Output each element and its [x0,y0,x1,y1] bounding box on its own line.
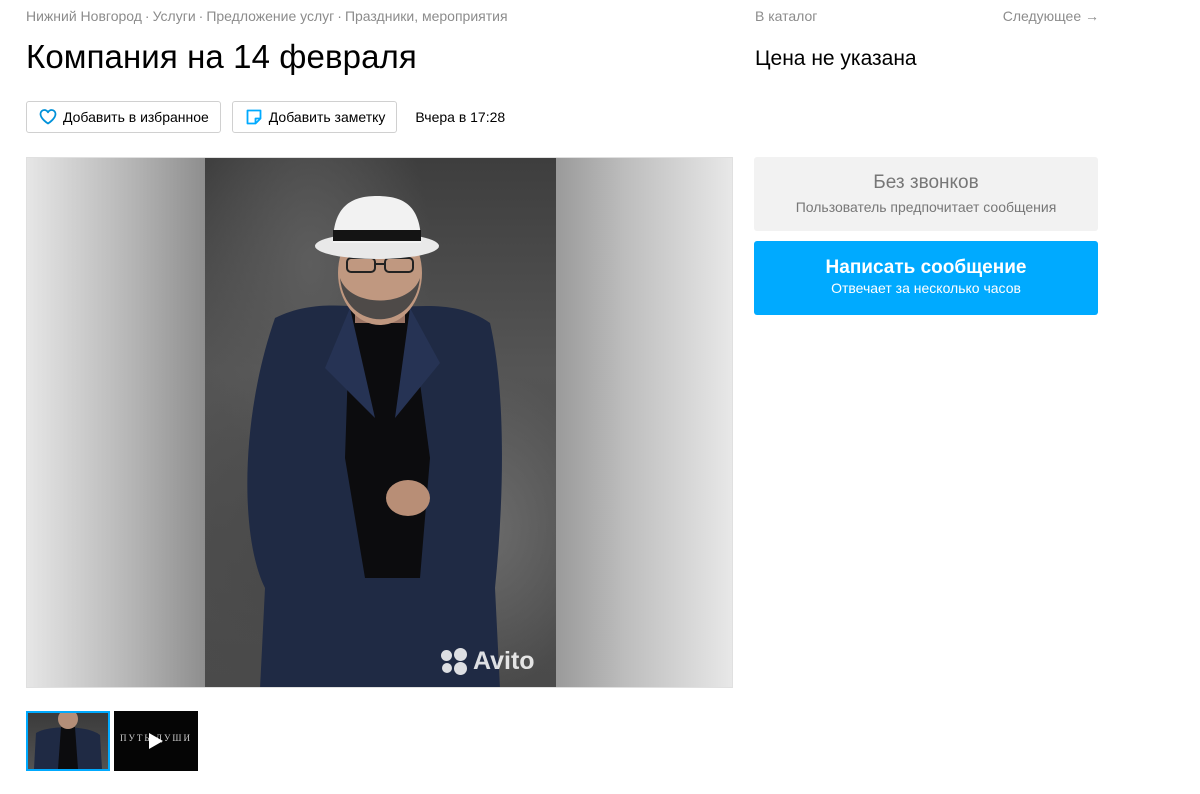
no-calls-notice: Без звонков Пользователь предпочитает со… [754,157,1098,231]
photo-blur-left [27,158,205,687]
breadcrumb-separator: · [144,8,150,24]
thumbnail-person [34,713,102,769]
listing-page: Нижний Новгород · Услуги · Предложение услуг… [0,0,1200,794]
breadcrumb: Нижний Новгород · Услуги · Предложение услуг… [26,8,508,24]
thumbnail-strip: ПУТЬ ДУШИ [26,711,202,771]
write-message-title: Написать сообщение [825,257,1027,278]
add-to-favorites-label: Добавить в избранное [63,109,209,125]
person-illustration [247,196,502,687]
watermark-text: Avito [473,646,535,675]
breadcrumb-item-offer[interactable]: Предложение услуг [206,8,334,24]
main-photo[interactable]: Avito [26,157,733,688]
add-to-favorites-button[interactable]: Добавить в избранное [26,101,221,133]
breadcrumb-item-services[interactable]: Услуги [153,8,196,24]
photo-image [205,158,556,687]
add-note-label: Добавить заметку [268,109,386,125]
avito-logo-icon [439,646,469,676]
add-note-button[interactable]: Добавить заметку [231,101,398,133]
listing-price: Цена не указана [755,47,917,70]
play-icon [149,733,163,749]
no-calls-title: Без звонков [873,172,979,193]
heart-icon [39,108,57,126]
next-listing-link[interactable]: Следующее → [1003,8,1099,24]
breadcrumb-separator: · [337,8,342,24]
thumbnail-photo[interactable] [26,711,110,771]
breadcrumb-item-city[interactable]: Нижний Новгород [26,8,142,24]
note-icon [245,108,263,126]
breadcrumb-item-holidays[interactable]: Праздники, мероприятия [345,8,508,24]
posted-time: Вчера в 17:28 [415,109,506,125]
catalog-link[interactable]: В каталог [755,8,817,24]
thumbnail-video[interactable]: ПУТЬ ДУШИ [114,711,198,771]
no-calls-subtitle: Пользователь предпочитает сообщения [795,199,1057,215]
avito-watermark: Avito [439,646,535,676]
action-row: Добавить в избранное Добавить заметку Вч… [26,101,505,133]
breadcrumb-separator: · [198,8,204,24]
write-message-button[interactable]: Написать сообщение Отвечает за несколько… [754,241,1098,315]
listing-title: Компания на 14 февраля [26,38,417,75]
photo-blur-right [554,158,732,687]
write-message-subtitle: Отвечает за несколько часов [831,280,1021,296]
